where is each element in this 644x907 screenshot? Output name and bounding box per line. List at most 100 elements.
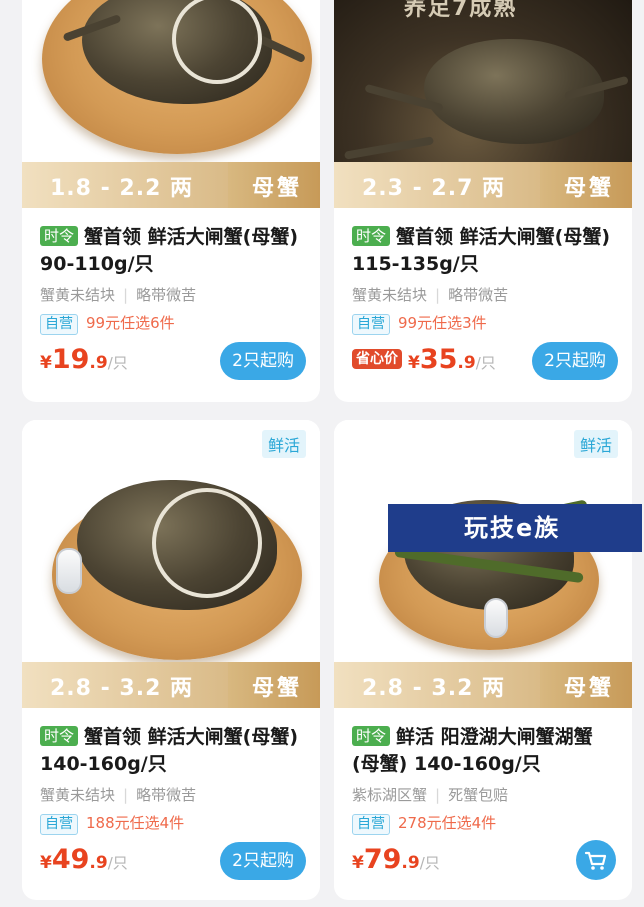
price-row: ¥19.9/只 2只起购 <box>40 342 310 384</box>
price: 省心价 ¥35.9/只 <box>352 344 496 375</box>
seasonal-badge: 时令 <box>352 226 391 246</box>
promotion-row: 自营 278元任选4件 <box>352 812 620 835</box>
image-caption: 养足7成熟 <box>404 0 518 21</box>
gender-label-box: 母蟹 <box>228 662 320 708</box>
rope-graphic <box>152 488 262 598</box>
min-purchase-button[interactable]: 2只起购 <box>532 342 618 380</box>
gender-label: 母蟹 <box>563 676 614 701</box>
self-operated-badge: 自营 <box>40 314 78 335</box>
price: ¥49.9/只 <box>40 844 128 875</box>
product-title-text: 蟹首领 鲜活大闸蟹(母蟹) 90-110g/只 <box>40 226 298 275</box>
price-unit: /只 <box>419 854 440 872</box>
fresh-badge: 鲜活 <box>261 430 306 458</box>
weight-spec-bar: 1.8 - 2.2 两 母蟹 <box>22 162 320 208</box>
min-purchase-button[interactable]: 2只起购 <box>220 342 306 380</box>
promotion-row: 自营 99元任选3件 <box>352 312 620 335</box>
price-unit: /只 <box>107 854 128 872</box>
price-currency: ¥ <box>40 853 52 873</box>
promotion-text: 99元任选3件 <box>398 314 487 332</box>
promotion-text: 188元任选4件 <box>86 814 185 832</box>
product-attributes: 紫标湖区蟹 | 死蟹包赔 <box>352 784 620 806</box>
gender-label: 母蟹 <box>251 676 302 701</box>
price-integer: 79 <box>363 844 402 875</box>
product-attributes: 蟹黄未结块 | 略带微苦 <box>352 284 620 306</box>
gender-label-box: 母蟹 <box>540 162 632 208</box>
price-unit: /只 <box>107 354 128 372</box>
attribute: 蟹黄未结块 <box>40 786 116 804</box>
attribute-divider: | <box>435 286 441 304</box>
self-operated-badge: 自营 <box>352 314 390 335</box>
attribute: 蟹黄未结块 <box>352 286 428 304</box>
self-operated-badge: 自营 <box>40 814 78 835</box>
add-to-cart-button[interactable] <box>576 840 616 880</box>
attribute-divider: | <box>123 286 129 304</box>
weight-spec-bar: 2.8 - 3.2 两 母蟹 <box>334 662 632 708</box>
weight-range: 2.3 - 2.7 两 <box>362 176 506 201</box>
gender-label-box: 母蟹 <box>228 162 320 208</box>
price-decimal: .9 <box>89 853 108 873</box>
attribute: 紫标湖区蟹 <box>352 786 428 804</box>
weight-range: 2.8 - 3.2 两 <box>362 676 506 701</box>
attribute: 蟹黄未结块 <box>40 286 116 304</box>
self-operated-badge: 自营 <box>352 814 390 835</box>
product-title[interactable]: 时令 鲜活 阳澄湖大闸蟹湖蟹(母蟹) 140-160g/只 <box>352 724 620 778</box>
attribute: 略带微苦 <box>136 286 197 304</box>
promotion-row: 自营 99元任选6件 <box>40 312 308 335</box>
price-row: ¥79.9/只 <box>352 840 622 884</box>
product-title-text: 蟹首领 鲜活大闸蟹(母蟹) 115-135g/只 <box>352 226 610 275</box>
gender-label: 母蟹 <box>563 176 614 201</box>
price-decimal: .9 <box>401 853 420 873</box>
product-title[interactable]: 时令 蟹首领 鲜活大闸蟹(母蟹) 115-135g/只 <box>352 224 620 278</box>
product-card[interactable]: 1.8 - 2.2 两 母蟹 时令 蟹首领 鲜活大闸蟹(母蟹) 90-110g/只… <box>22 0 320 402</box>
product-title[interactable]: 时令 蟹首领 鲜活大闸蟹(母蟹) 90-110g/只 <box>40 224 308 278</box>
product-info: 时令 蟹首领 鲜活大闸蟹(母蟹) 115-135g/只 蟹黄未结块 | 略带微苦 自营… <box>334 224 632 335</box>
seasonal-badge: 时令 <box>352 726 391 746</box>
product-info: 时令 蟹首领 鲜活大闸蟹(母蟹) 140-160g/只 蟹黄未结块 | 略带微苦 自营… <box>22 724 320 835</box>
weight-range: 1.8 - 2.2 两 <box>50 176 194 201</box>
attribute: 死蟹包赔 <box>448 786 509 804</box>
product-attributes: 蟹黄未结块 | 略带微苦 <box>40 784 308 806</box>
gender-label-box: 母蟹 <box>540 662 632 708</box>
value-price-badge: 省心价 <box>352 349 402 369</box>
fresh-badge: 鲜活 <box>573 430 618 458</box>
product-attributes: 蟹黄未结块 | 略带微苦 <box>40 284 308 306</box>
product-info: 时令 鲜活 阳澄湖大闸蟹湖蟹(母蟹) 140-160g/只 紫标湖区蟹 | 死蟹包赔 … <box>334 724 632 835</box>
product-info: 时令 蟹首领 鲜活大闸蟹(母蟹) 90-110g/只 蟹黄未结块 | 略带微苦 自营 9… <box>22 224 320 335</box>
price: ¥19.9/只 <box>40 344 128 375</box>
product-title-text: 蟹首领 鲜活大闸蟹(母蟹) 140-160g/只 <box>40 726 298 775</box>
attribute-divider: | <box>123 786 129 804</box>
seasonal-badge: 时令 <box>40 726 79 746</box>
weight-spec-bar: 2.3 - 2.7 两 母蟹 <box>334 162 632 208</box>
price-row: ¥49.9/只 2只起购 <box>40 842 310 884</box>
product-title[interactable]: 时令 蟹首领 鲜活大闸蟹(母蟹) 140-160g/只 <box>40 724 308 778</box>
price-row: 省心价 ¥35.9/只 2只起购 <box>352 342 622 384</box>
promotion-text: 99元任选6件 <box>86 314 175 332</box>
product-card[interactable]: 鲜活 2.8 - 3.2 两 母蟹 时令 鲜活 阳澄湖大闸蟹湖蟹(母蟹) 140-… <box>334 420 632 900</box>
crab-tag-graphic <box>56 548 82 594</box>
product-card[interactable]: 养足7成熟 2.3 - 2.7 两 母蟹 时令 蟹首领 鲜活大闸蟹(母蟹) 115… <box>334 0 632 402</box>
promotion-row: 自营 188元任选4件 <box>40 812 308 835</box>
price-currency: ¥ <box>352 853 364 873</box>
cart-icon <box>584 851 607 870</box>
watermark-logo: 玩技e族 <box>388 504 642 552</box>
promotion-text: 278元任选4件 <box>398 814 497 832</box>
price-decimal: .9 <box>457 353 476 373</box>
seasonal-badge: 时令 <box>40 226 79 246</box>
price-integer: 19 <box>51 344 90 375</box>
attribute: 略带微苦 <box>136 786 197 804</box>
price-integer: 35 <box>419 344 458 375</box>
price-decimal: .9 <box>89 353 108 373</box>
price: ¥79.9/只 <box>352 844 440 875</box>
product-card[interactable]: 鲜活 2.8 - 3.2 两 母蟹 时令 蟹首领 鲜活大闸蟹(母蟹) 140-16… <box>22 420 320 900</box>
weight-range: 2.8 - 3.2 两 <box>50 676 194 701</box>
price-unit: /只 <box>475 354 496 372</box>
min-purchase-button[interactable]: 2只起购 <box>220 842 306 880</box>
price-currency: ¥ <box>40 353 52 373</box>
attribute: 略带微苦 <box>448 286 509 304</box>
gender-label: 母蟹 <box>251 176 302 201</box>
crab-tag-graphic <box>484 598 508 638</box>
price-integer: 49 <box>51 844 90 875</box>
weight-spec-bar: 2.8 - 3.2 两 母蟹 <box>22 662 320 708</box>
attribute-divider: | <box>435 786 441 804</box>
price-currency: ¥ <box>408 353 420 373</box>
